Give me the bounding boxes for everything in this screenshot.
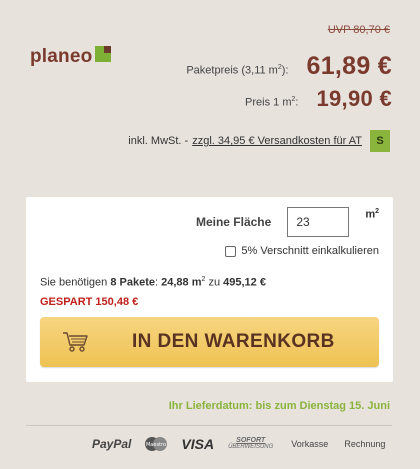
logo-text: planeo — [30, 46, 93, 67]
planeo-logo[interactable]: planeo — [30, 46, 112, 68]
package-price-value: 61,89 € — [306, 52, 392, 80]
area-label: Meine Fläche — [195, 215, 272, 229]
saved-amount: GESPART 150,48 € — [40, 296, 139, 308]
calculator-card: Meine Fläche m2 5% Verschnitt einkalkuli… — [26, 197, 393, 382]
area-input[interactable] — [287, 207, 350, 237]
rechnung-label: Rechnung — [344, 439, 386, 449]
add-to-cart-button[interactable]: IN DEN WARENKORB — [40, 317, 379, 367]
cut-checkbox[interactable] — [225, 245, 237, 257]
need-summary: Sie benötigen 8 Pakete: 24,88 m2 zu 495,… — [40, 276, 266, 289]
area-row: Meine Fläche m2 — [196, 207, 379, 237]
payment-methods: PayPal Maestro VISA SOFORT ÜBERWEISUNG V… — [92, 434, 401, 454]
planeo-logo-icon — [95, 46, 112, 62]
delivery-date: Ihr Lieferdatum: bis zum Dienstag 15. Ju… — [168, 400, 390, 412]
cut-option[interactable]: 5% Verschnitt einkalkulieren — [225, 245, 379, 257]
uvp-price: UVP 80,70 € — [327, 24, 390, 36]
shopping-cart-icon — [63, 332, 88, 352]
vorkasse-label: Vorkasse — [291, 439, 329, 449]
country-badge[interactable]: S — [370, 130, 390, 152]
package-price-label: Paketpreis (3,11 m2): — [186, 64, 289, 77]
unit-price-value: 19,90 € — [316, 86, 392, 111]
add-to-cart-label: IN DEN WARENKORB — [132, 331, 335, 352]
maestro-icon: Maestro — [145, 437, 168, 451]
unit-price-label: Preis 1 m2: — [245, 96, 299, 109]
area-unit: m2 — [365, 207, 379, 221]
tax-text: inkl. MwSt. - — [128, 135, 189, 147]
svg-text:Maestro: Maestro — [146, 442, 166, 448]
paypal-logo: PayPal — [92, 437, 132, 451]
sofort-logo: SOFORT ÜBERWEISUNG — [228, 437, 274, 450]
cut-label: 5% Verschnitt einkalkulieren — [241, 245, 379, 257]
tax-info: inkl. MwSt. - zzgl. 34,95 € Versandkoste… — [128, 130, 390, 152]
visa-logo: VISA — [181, 436, 215, 452]
shipping-cost-link[interactable]: zzgl. 34,95 € Versandkosten für AT — [192, 135, 362, 147]
divider — [26, 425, 392, 426]
unit-price-row: Preis 1 m2: 19,90 € — [245, 86, 392, 112]
package-price-row: Paketpreis (3,11 m2): 61,89 € — [186, 52, 392, 81]
